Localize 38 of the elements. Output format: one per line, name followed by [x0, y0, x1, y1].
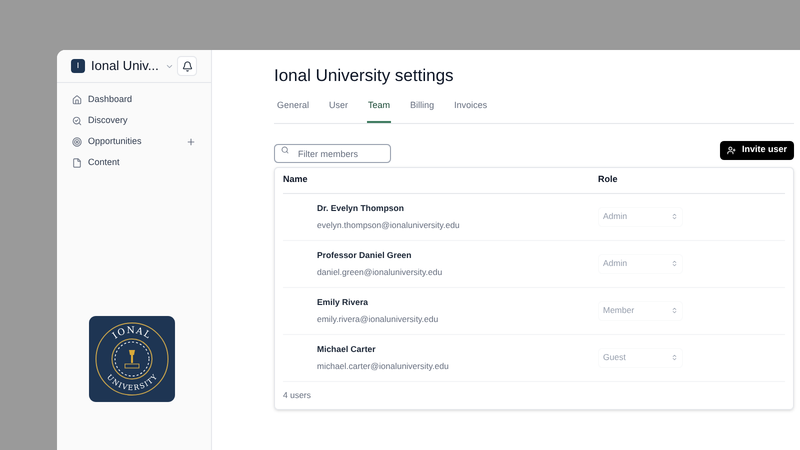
target-icon: [72, 137, 82, 147]
member-email: michael.carter@ionaluniversity.edu: [317, 360, 450, 372]
bell-icon: [182, 60, 192, 72]
member-name: Michael Carter: [317, 342, 377, 356]
search-icon: [72, 116, 82, 126]
workspace-name[interactable]: Ional Univ...: [91, 56, 159, 76]
member-name: Professor Daniel Green: [317, 248, 412, 262]
nav-item[interactable]: Content: [88, 156, 196, 170]
member-name: Dr. Evelyn Thompson: [317, 202, 405, 214]
invite-user-button[interactable]: Invite user: [720, 140, 794, 160]
tab[interactable]: User: [328, 97, 350, 122]
page-title: Ional University settings: [274, 65, 455, 87]
sort-arrows-icon: [671, 260, 678, 267]
member-name: Emily Rivera: [317, 296, 370, 308]
tab[interactable]: Invoices: [453, 97, 488, 122]
member-email: emily.rivera@ionaluniversity.edu: [317, 312, 440, 326]
sort-arrows-icon: [671, 354, 678, 361]
filter-field[interactable]: Filter members: [274, 144, 391, 163]
notifications-button[interactable]: [177, 56, 197, 76]
nav-item[interactable]: Opportunities: [88, 135, 186, 149]
nav-item[interactable]: Dashboard: [88, 93, 196, 107]
search-icon: [281, 146, 289, 154]
member-email: evelyn.thompson@ionaluniversity.edu: [317, 218, 461, 232]
user-add-icon: [726, 146, 736, 154]
document-icon: [72, 158, 82, 168]
workspace-avatar: I: [71, 59, 85, 73]
nav-item[interactable]: Discovery: [88, 114, 196, 128]
user-count: 4 users: [283, 388, 311, 402]
tab[interactable]: Team: [367, 97, 392, 122]
add-icon[interactable]: [186, 137, 196, 147]
column-header: Name: [283, 173, 309, 186]
column-header: Role: [598, 173, 618, 186]
tab[interactable]: Billing: [409, 97, 436, 122]
sort-arrows-icon: [671, 307, 678, 314]
tab[interactable]: General: [276, 97, 310, 122]
sort-arrows-icon: [671, 213, 678, 220]
member-email: daniel.green@ionaluniversity.edu: [317, 266, 444, 278]
home-icon: [72, 95, 82, 105]
